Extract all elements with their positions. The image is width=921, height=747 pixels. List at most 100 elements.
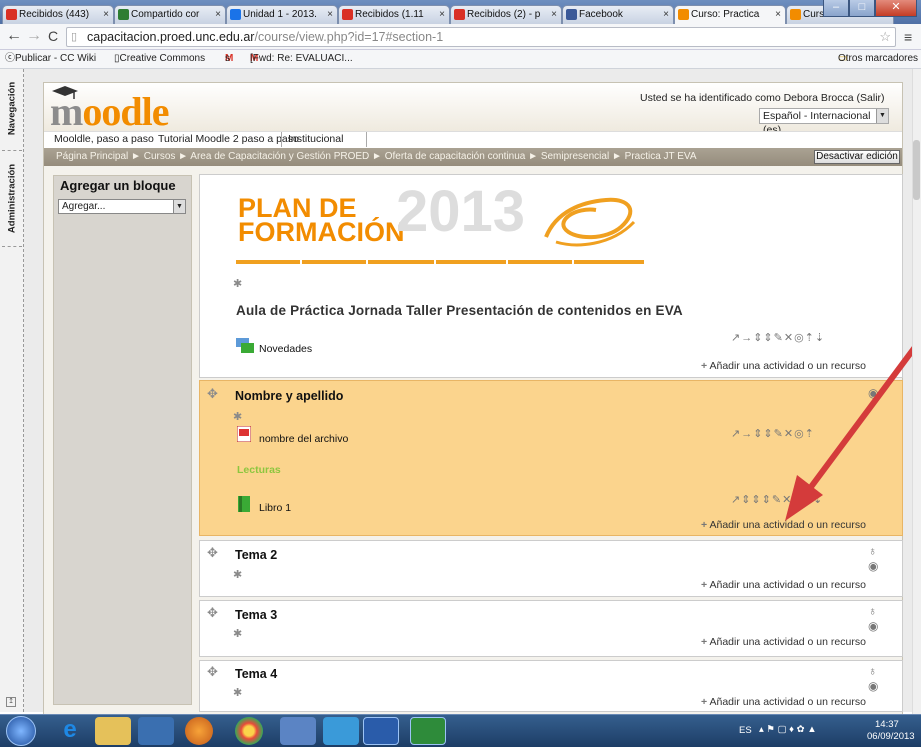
close-icon[interactable]: ×: [439, 6, 445, 23]
add-activity-link[interactable]: + Añadir una actividad o un recurso: [701, 579, 866, 591]
gmail-icon: [6, 9, 17, 20]
star-icon[interactable]: ☆: [879, 28, 891, 46]
start-button[interactable]: [6, 716, 36, 746]
browser-tab[interactable]: Compartido cor ×: [114, 5, 226, 24]
dock-label: Administración: [6, 163, 18, 234]
browser-tab[interactable]: Facebook ×: [562, 5, 674, 24]
tab-label: Recibidos (2) - p: [467, 9, 541, 20]
firefox-icon[interactable]: [185, 717, 213, 745]
lightbulb-icon[interactable]: ♁: [868, 664, 877, 678]
facebook-icon: [566, 9, 577, 20]
course-section-3: [199, 600, 903, 657]
section-title: Nombre y apellido: [235, 389, 344, 403]
menu-item[interactable]: Institucional: [284, 132, 347, 147]
chevron-down-icon: ▼: [876, 109, 888, 123]
banner-bar: [436, 260, 506, 264]
window-close-icon[interactable]: ✕: [875, 0, 917, 17]
browser-tab[interactable]: Recibidos (1.11 ×: [338, 5, 450, 24]
plus-icon: +: [701, 636, 708, 648]
plus-icon: +: [701, 696, 708, 708]
login-info[interactable]: Usted se ha identificado como Debora Bro…: [640, 92, 885, 104]
bookmark-item[interactable]: ⓒ Publicar - CC Wiki: [5, 50, 96, 68]
close-icon[interactable]: ×: [327, 6, 333, 23]
language-indicator[interactable]: ES: [739, 725, 752, 736]
banner-bar: [368, 260, 434, 264]
move-icon[interactable]: ✥: [207, 664, 218, 680]
url-bar[interactable]: ▯ capacitacion.proed.unc.edu.ar/course/v…: [66, 27, 896, 47]
dock-toggle-icon[interactable]: ↥: [6, 697, 16, 707]
plus-icon: +: [701, 579, 708, 591]
browser-tab-active[interactable]: Curso: Practica ×: [674, 5, 786, 25]
ie-icon[interactable]: e: [52, 717, 88, 745]
url-host: capacitacion.proed.unc.edu.ar: [87, 30, 255, 44]
move-icon[interactable]: ✥: [207, 605, 218, 621]
clock-time[interactable]: 14:37: [875, 719, 899, 730]
maximize-icon[interactable]: □: [849, 0, 875, 17]
tab-label: Recibidos (443): [19, 9, 90, 20]
pdf-icon: [237, 426, 251, 442]
file-resource-link[interactable]: nombre del archivo: [259, 433, 348, 445]
menu-icon[interactable]: ≡: [904, 29, 912, 45]
eye-icon[interactable]: ◉: [868, 559, 878, 573]
docs-icon: [230, 9, 241, 20]
back-icon[interactable]: ←: [6, 27, 22, 45]
media-player-icon[interactable]: [138, 717, 174, 745]
lightbulb-icon[interactable]: ♁: [868, 544, 877, 558]
browser-tab[interactable]: Unidad 1 - 2013. ×: [226, 5, 338, 24]
select-value: Agregar...: [62, 201, 106, 212]
bookmark-item[interactable]: ▯ Creative Commons: [114, 50, 205, 68]
menu-divider: [366, 132, 367, 147]
edit-gear-icon[interactable]: ✱: [233, 277, 242, 290]
block-title: Agregar un bloque: [60, 178, 176, 193]
language-select[interactable]: Español - Internacional (es) ▼: [759, 108, 889, 136]
book-resource-link[interactable]: Libro 1: [259, 502, 291, 514]
plus-icon: +: [701, 360, 708, 372]
plus-icon: +: [701, 519, 708, 531]
section-title: Tema 2: [235, 548, 278, 562]
browser-tab[interactable]: Recibidos (443) ×: [2, 5, 114, 24]
lightbulb-icon[interactable]: ♁: [868, 604, 877, 618]
forward-icon[interactable]: →: [26, 27, 42, 45]
dock-tab-navigation[interactable]: Navegación: [2, 69, 22, 151]
dock-tab-administration[interactable]: Administración: [2, 151, 22, 247]
app-icon[interactable]: [323, 717, 359, 745]
excel-icon[interactable]: [410, 717, 446, 745]
clock-date[interactable]: 06/09/2013: [867, 731, 915, 742]
custom-menu: Mooldle, paso a paso Tutorial Moodle 2 p…: [44, 131, 902, 148]
add-activity-label: Añadir una actividad o un recurso: [709, 636, 866, 648]
close-icon[interactable]: ×: [103, 6, 109, 23]
tray-icons[interactable]: ▴ ⚑ ▢ ♦ ✿ ▲: [759, 724, 817, 735]
chrome-icon[interactable]: [235, 717, 263, 745]
bookmark-label: [Fwd: Re: EVALUACI...: [250, 53, 353, 64]
close-icon[interactable]: ×: [663, 6, 669, 23]
news-forum-link[interactable]: Novedades: [259, 343, 312, 355]
chevron-down-icon: ▼: [173, 200, 185, 213]
browser-tab[interactable]: Recibidos (2) - p ×: [450, 5, 562, 24]
explorer-icon[interactable]: [95, 717, 131, 745]
minimize-icon[interactable]: –: [823, 0, 849, 17]
move-icon[interactable]: ✥: [207, 386, 218, 402]
close-icon[interactable]: ×: [551, 6, 557, 23]
edit-gear-icon[interactable]: ✱: [233, 410, 242, 423]
scrollbar-thumb[interactable]: [913, 140, 920, 200]
add-activity-link[interactable]: + Añadir una actividad o un recurso: [701, 636, 866, 648]
app-icon[interactable]: [280, 717, 316, 745]
edit-gear-icon[interactable]: ✱: [233, 627, 242, 640]
breadcrumb-text[interactable]: Página Principal ► Cursos ► Area de Capa…: [56, 151, 697, 162]
close-icon[interactable]: ×: [775, 6, 781, 23]
menu-item[interactable]: Mooldle, paso a paso: [50, 132, 158, 147]
add-activity-link[interactable]: + Añadir una actividad o un recurso: [701, 696, 866, 708]
eye-icon[interactable]: ◉: [868, 619, 878, 633]
word-icon[interactable]: [363, 717, 399, 745]
close-icon[interactable]: ×: [215, 6, 221, 23]
graduation-cap-icon: [52, 86, 78, 99]
toggle-editing-button[interactable]: Desactivar edición: [814, 150, 900, 164]
gmail-icon: [342, 9, 353, 20]
edit-gear-icon[interactable]: ✱: [233, 568, 242, 581]
edit-gear-icon[interactable]: ✱: [233, 686, 242, 699]
add-block-select[interactable]: Agregar... ▼: [58, 199, 186, 214]
move-icon[interactable]: ✥: [207, 545, 218, 561]
eye-icon[interactable]: ◉: [868, 679, 878, 693]
reload-icon[interactable]: C: [48, 28, 58, 44]
add-activity-label: Añadir una actividad o un recurso: [709, 579, 866, 591]
